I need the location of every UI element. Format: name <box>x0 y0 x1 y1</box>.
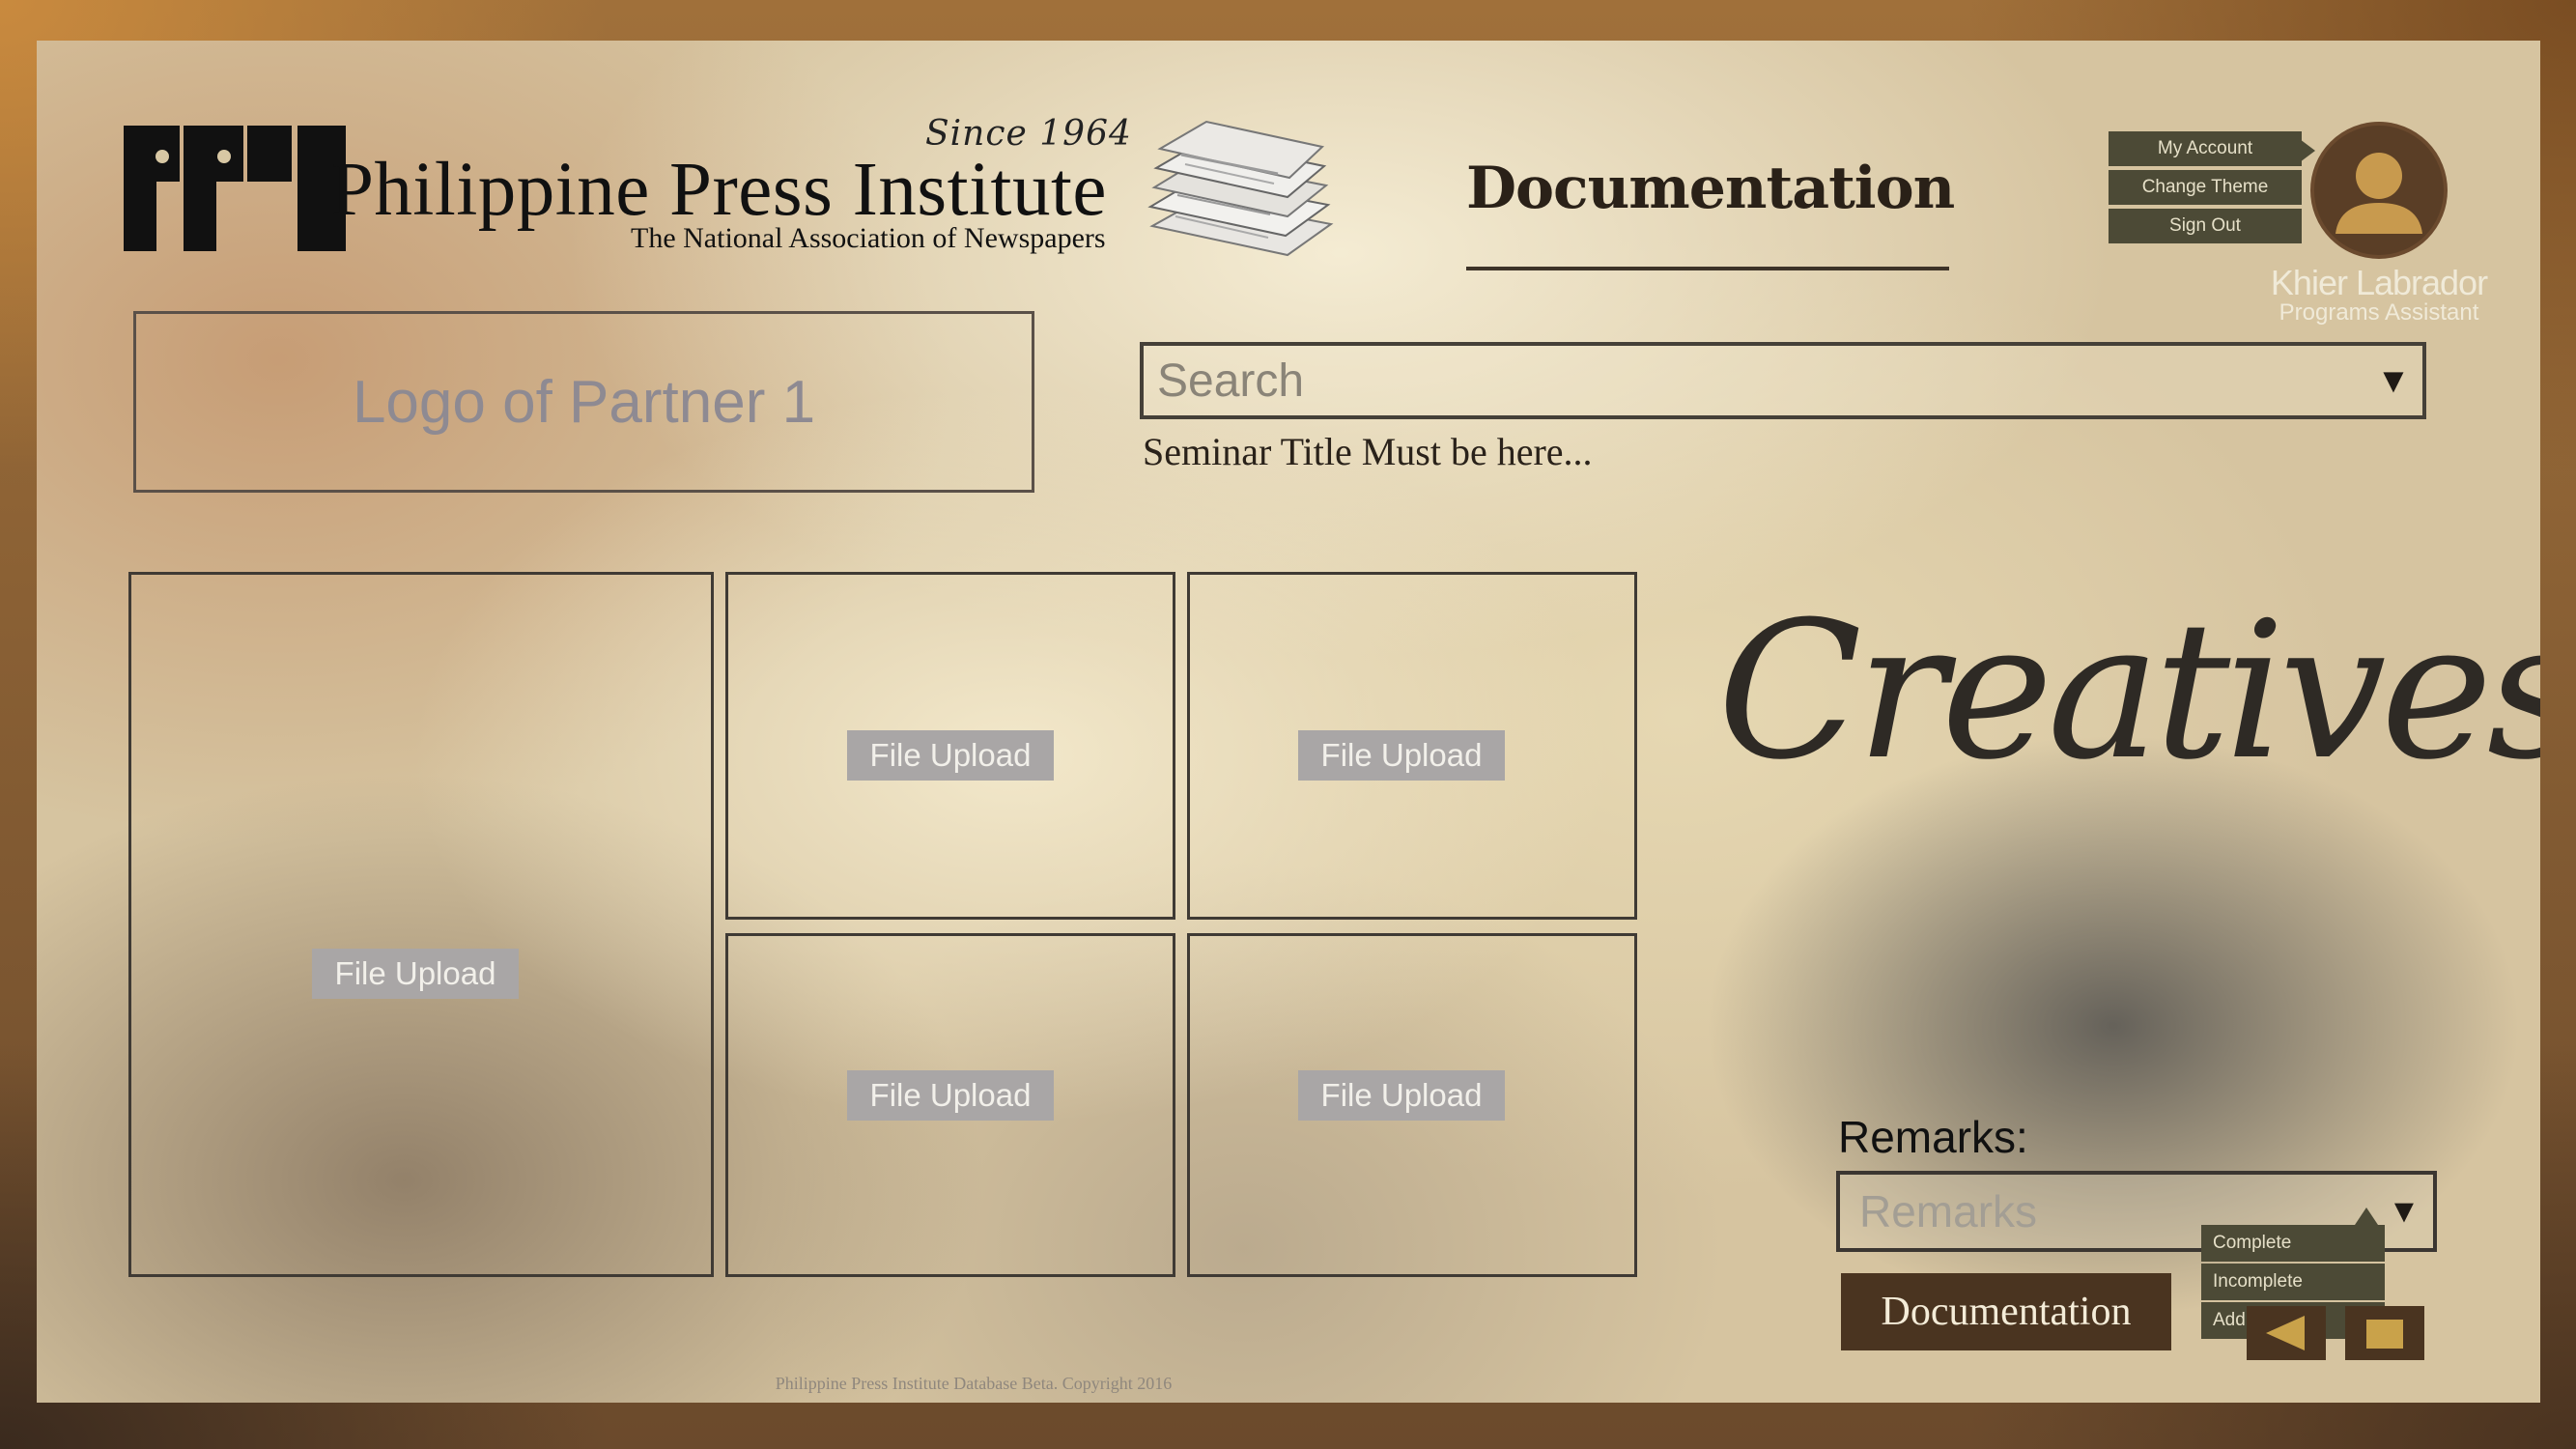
app-frame: Since 1964 Philippine Press Institute Th… <box>37 41 2540 1403</box>
user-role: Programs Assistant <box>2279 299 2479 326</box>
menu-pointer <box>2300 139 2315 162</box>
next-button[interactable] <box>2345 1306 2424 1360</box>
user-menu: My Account Change Theme Sign Out <box>2109 131 2315 247</box>
search-dropdown[interactable]: Search ▼ <box>1140 342 2426 419</box>
footer-copyright: Philippine Press Institute Database Beta… <box>775 1374 1173 1393</box>
seminar-title: Seminar Title Must be here... <box>1143 430 1593 473</box>
menu-item-sign-out[interactable]: Sign Out <box>2109 209 2302 243</box>
remarks-option-complete[interactable]: Complete <box>2201 1225 2385 1262</box>
file-upload-button[interactable]: File Upload <box>1298 730 1505 781</box>
menu-item-change-theme[interactable]: Change Theme <box>2109 170 2302 205</box>
remarks-label: Remarks: <box>1838 1112 2028 1162</box>
brand-subtitle: The National Association of Newspapers <box>631 222 1106 254</box>
file-upload-button[interactable]: File Upload <box>1298 1070 1505 1121</box>
newspaper-stack-icon <box>1147 120 1334 257</box>
file-upload-button[interactable]: File Upload <box>847 730 1054 781</box>
partner-logo-placeholder: Logo of Partner 1 <box>133 311 1034 493</box>
back-button[interactable] <box>2247 1306 2326 1360</box>
user-icon <box>2335 153 2422 234</box>
creatives-heading: Creatives <box>1717 582 2540 802</box>
save-icon <box>2366 1320 2403 1349</box>
documentation-button[interactable]: Documentation <box>1841 1273 2171 1350</box>
remarks-option-incomplete[interactable]: Incomplete <box>2201 1264 2385 1300</box>
menu-item-my-account[interactable]: My Account <box>2109 131 2302 166</box>
arrow-left-icon <box>2266 1316 2305 1350</box>
upload-slot-large[interactable] <box>128 572 714 1277</box>
page-title: Documentation <box>1466 155 1955 270</box>
brand-title: Philippine Press Institute <box>331 148 1107 232</box>
avatar[interactable] <box>2310 122 2448 259</box>
search-placeholder: Search <box>1157 355 1305 407</box>
user-name: Khier Labrador <box>2270 263 2488 302</box>
file-upload-button[interactable]: File Upload <box>312 949 519 999</box>
menu-pointer <box>2355 1208 2378 1225</box>
chevron-down-icon[interactable]: ▼ <box>2364 360 2422 401</box>
file-upload-button[interactable]: File Upload <box>847 1070 1054 1121</box>
ppi-logo <box>124 126 346 251</box>
